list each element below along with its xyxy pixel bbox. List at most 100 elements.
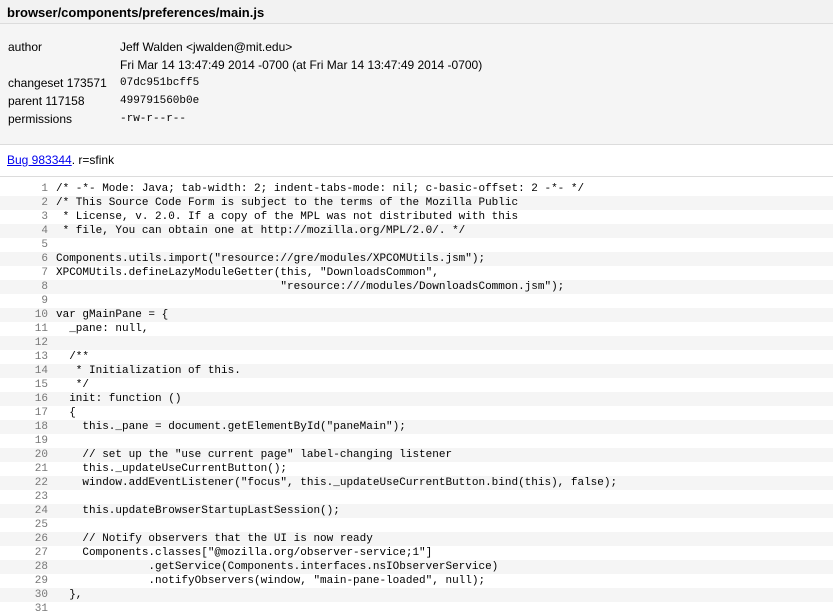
line-number[interactable]: 17 [0,406,48,420]
line-text: * Initialization of this. [56,365,241,377]
code-line: 25 [0,518,833,532]
code-line: 31 [0,602,833,616]
line-text: window.addEventListener("focus", this._u… [56,477,618,489]
permissions-value: -rw-r--r-- [120,113,187,125]
code-line: 1 /* -*- Mode: Java; tab-width: 2; indent… [0,182,833,196]
line-number[interactable]: 1 [0,182,48,196]
line-number[interactable]: 15 [0,378,48,392]
code-line: 9 [0,294,833,308]
changeset-label: changeset 173571 [8,76,107,90]
line-number[interactable]: 8 [0,280,48,294]
code-line: 3 * License, v. 2.0. If a copy of the MP… [0,210,833,224]
parent-label: parent 117158 [8,94,85,108]
line-text: .getService(Components.interfaces.nsIObs… [56,561,499,573]
source-code-listing: 1 /* -*- Mode: Java; tab-width: 2; indent… [0,182,833,616]
code-line: 27 Components.classes["@mozilla.org/obse… [0,546,833,560]
code-line: 21 this._updateUseCurrentButton(); [0,462,833,476]
code-line: 2 /* This Source Code Form is subject to … [0,196,833,210]
line-number[interactable]: 12 [0,336,48,350]
code-line: 13 /** [0,350,833,364]
line-number[interactable]: 28 [0,560,48,574]
code-line: 6 Components.utils.import("resource://gre… [0,252,833,266]
line-number[interactable]: 20 [0,448,48,462]
description-text: . r=sfink [71,153,115,167]
line-text: // Notify observers that the UI is now r… [56,533,373,545]
line-number[interactable]: 30 [0,588,48,602]
line-number[interactable]: 29 [0,574,48,588]
code-line: 7 XPCOMUtils.defineLazyModuleGetter(this,… [0,266,833,280]
line-number[interactable]: 31 [0,602,48,616]
line-text: init: function () [56,393,182,405]
line-text: */ [56,379,90,391]
changeset-hash[interactable]: 07dc951bcff5 [120,74,199,92]
line-text: this.updateBrowserStartupLastSession(); [56,505,340,517]
line-number[interactable]: 27 [0,546,48,560]
bug-link[interactable]: Bug 983344 [7,153,72,167]
line-text: /* -*- Mode: Java; tab-width: 2; indent-… [56,183,585,195]
line-number[interactable]: 24 [0,504,48,518]
line-number[interactable]: 23 [0,490,48,504]
line-text: }, [56,589,83,601]
code-line: 12 [0,336,833,350]
line-number[interactable]: 19 [0,434,48,448]
parent-hash[interactable]: 499791560b0e [120,92,199,110]
line-text: _pane: null, [56,323,149,335]
line-text: var gMainPane = { [56,309,169,321]
line-text: Components.utils.import("resource://gre/… [56,253,486,265]
code-line: 16 init: function () [0,392,833,406]
line-text: "resource:///modules/DownloadsCommon.jsm… [56,281,565,293]
line-text: { [56,407,76,419]
line-text: * License, v. 2.0. If a copy of the MPL … [56,211,519,223]
code-line: 24 this.updateBrowserStartupLastSession(… [0,504,833,518]
changeset-metadata: author Jeff Walden <jwalden@mit.edu> Fri… [0,24,833,145]
line-number[interactable]: 10 [0,308,48,322]
line-number[interactable]: 14 [0,364,48,378]
code-line: 10 var gMainPane = { [0,308,833,322]
line-number[interactable]: 26 [0,532,48,546]
code-line: 8 "resource:///modules/DownloadsCommon.j… [0,280,833,294]
line-text: /* This Source Code Form is subject to t… [56,197,519,209]
line-text: this._updateUseCurrentButton(); [56,463,288,475]
code-line: 14 * Initialization of this. [0,364,833,378]
code-line: 22 window.addEventListener("focus", this… [0,476,833,490]
line-number[interactable]: 9 [0,294,48,308]
line-number[interactable]: 16 [0,392,48,406]
permissions-label: permissions [8,112,73,126]
line-text: // set up the "use current page" label-c… [56,449,453,461]
line-text: this._pane = document.getElementById("pa… [56,421,406,433]
line-number[interactable]: 6 [0,252,48,266]
author-label: author [8,40,43,54]
line-text: /** [56,351,90,363]
line-number[interactable]: 4 [0,224,48,238]
line-number[interactable]: 11 [0,322,48,336]
line-number[interactable]: 7 [0,266,48,280]
commit-description: Bug 983344. r=sfink [0,145,833,177]
line-number[interactable]: 22 [0,476,48,490]
line-number[interactable]: 21 [0,462,48,476]
code-line: 5 [0,238,833,252]
line-number[interactable]: 25 [0,518,48,532]
author-date: Fri Mar 14 13:47:49 2014 -0700 (at Fri M… [120,58,483,72]
code-line: 28 .getService(Components.interfaces.nsI… [0,560,833,574]
line-number[interactable]: 5 [0,238,48,252]
line-text: Components.classes["@mozilla.org/observe… [56,547,433,559]
line-text: .notifyObservers(window, "main-pane-load… [56,575,486,587]
line-number[interactable]: 3 [0,210,48,224]
file-path-title: browser/components/preferences/main.js [0,0,833,24]
code-line: 17 { [0,406,833,420]
line-number[interactable]: 13 [0,350,48,364]
code-line: 19 [0,434,833,448]
code-line: 29 .notifyObservers(window, "main-pane-l… [0,574,833,588]
code-line: 30 }, [0,588,833,602]
line-text: * file, You can obtain one at http://moz… [56,225,466,237]
line-number[interactable]: 18 [0,420,48,434]
code-line: 4 * file, You can obtain one at http://m… [0,224,833,238]
code-line: 18 this._pane = document.getElementById(… [0,420,833,434]
author-name: Jeff Walden <jwalden@mit.edu> [120,40,293,54]
code-line: 15 */ [0,378,833,392]
code-line: 20 // set up the "use current page" labe… [0,448,833,462]
code-line: 26 // Notify observers that the UI is no… [0,532,833,546]
code-line: 23 [0,490,833,504]
line-number[interactable]: 2 [0,196,48,210]
line-text: XPCOMUtils.defineLazyModuleGetter(this, … [56,267,439,279]
